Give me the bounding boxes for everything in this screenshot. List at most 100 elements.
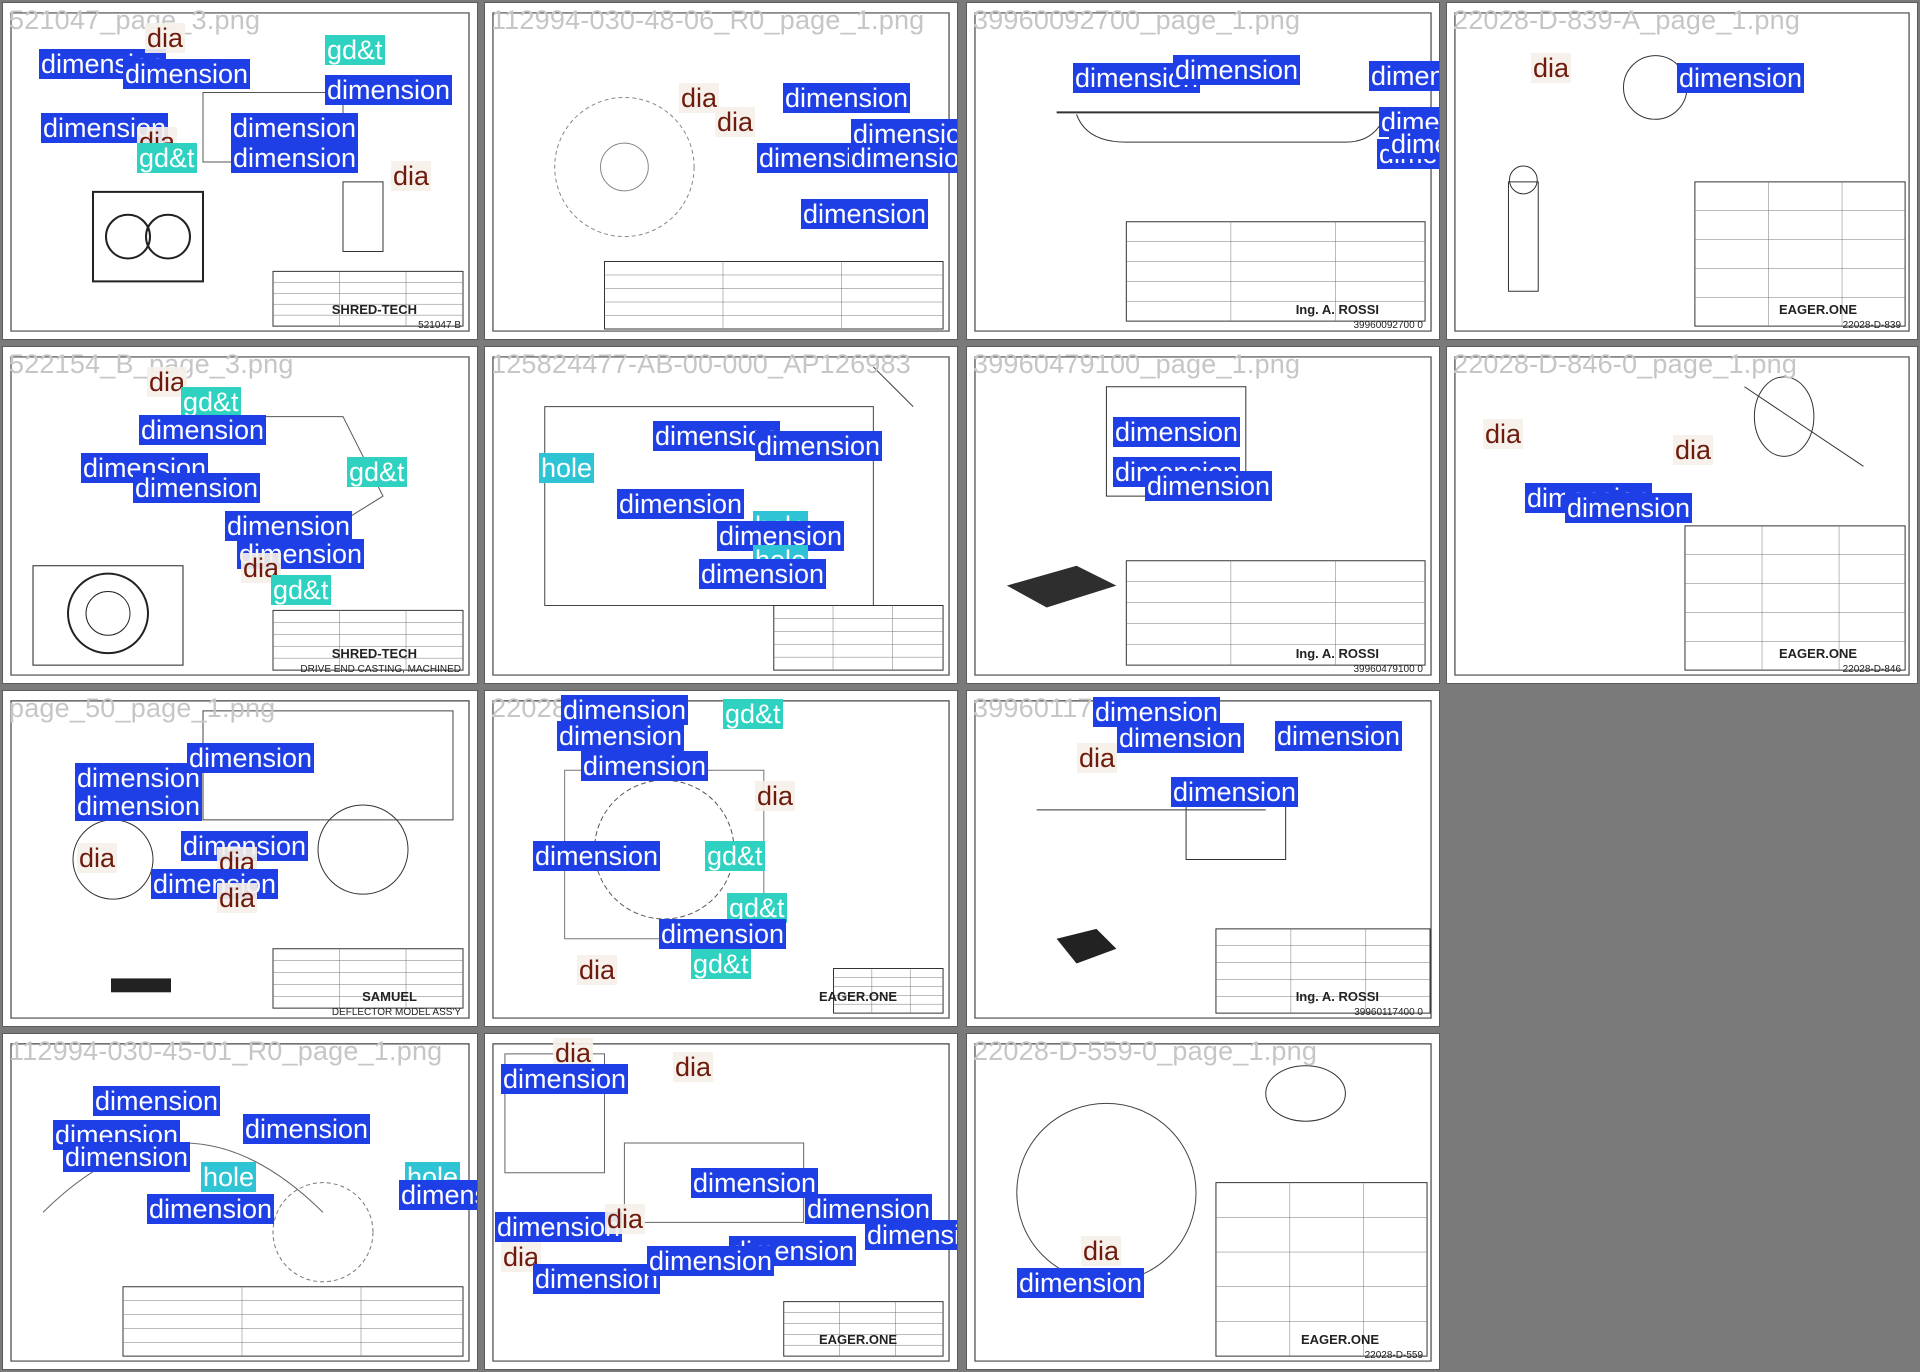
annotation-label-dimension: dimension — [849, 143, 957, 173]
mosaic-tile: EAGER.ONE 22028-D-559 22028-D-559-0_page_1… — [966, 1033, 1440, 1370]
title-block-number: 22028-D-846 — [1842, 664, 1901, 675]
annotation-label-gdt: gd&t — [271, 575, 331, 605]
annotation-label-gdt: gd&t — [723, 699, 783, 729]
annotation-label-dimension: dimension — [225, 511, 353, 541]
annotation-label-dimension: dimension — [1117, 723, 1245, 753]
mosaic-tile: SHRED-TECH DRIVE END CASTING, MACHINED 522… — [2, 346, 478, 684]
title-block-number: 521047 B — [418, 320, 461, 331]
mosaic-tile: Ing. A. ROSSI 39960092700 0 39960092700_pa… — [966, 2, 1440, 340]
annotation-label-gdt: gd&t — [705, 841, 765, 871]
annotation-label-dia: dia — [217, 883, 258, 913]
annotation-label-dia: dia — [77, 843, 118, 873]
title-block-number: 39960092700 0 — [1353, 320, 1423, 331]
tile-filename: 39960117 — [973, 693, 1093, 723]
mosaic-tile: SAMUEL DEFLECTOR MODEL ASS'Y page_50_page_… — [2, 690, 478, 1027]
tile-filename: 22028 — [491, 693, 568, 723]
annotation-label-dimension: dimension — [75, 791, 203, 821]
annotation-label-gdt: gd&t — [325, 35, 385, 65]
annotation-label-dimension: dimension — [699, 559, 827, 589]
engineering-drawing — [967, 1034, 1439, 1369]
annotation-label-dia: dia — [605, 1204, 646, 1234]
annotation-label-dia: dia — [1531, 53, 1572, 83]
title-block-number: DRIVE END CASTING, MACHINED — [300, 664, 461, 675]
annotation-label-dimension: dimension — [243, 1114, 371, 1144]
annotation-label-gdt: gd&t — [691, 949, 751, 979]
annotation-mosaic: SHRED-TECH 521047 B 521047_page_3.pngdimen… — [0, 0, 1920, 1372]
annotation-label-hole: hole — [201, 1162, 257, 1192]
annotation-label-dimension: dimension — [1017, 1268, 1145, 1298]
annotation-label-dia: dia — [1081, 1236, 1122, 1266]
annotation-label-dimension: dimension — [1565, 493, 1693, 523]
annotation-label-dia: dia — [145, 23, 186, 53]
annotation-label-dia: dia — [755, 781, 796, 811]
mosaic-tile: SHRED-TECH 521047 B 521047_page_3.png dimen… — [2, 2, 478, 340]
annotation-label-dimension: dimension — [75, 763, 203, 793]
annotation-label-dimension: dimension — [139, 415, 267, 445]
annotation-label-dimension: dimension — [151, 869, 279, 899]
tile-filename: 39960092700_page_1.png — [973, 5, 1301, 35]
annotation-label-dimension: dimension — [533, 841, 661, 871]
annotation-label-hole: hole — [539, 453, 595, 483]
tile-filename: 112994-030-45-01_R0_page_1.png — [9, 1036, 443, 1066]
annotation-label-dimension: dimension — [231, 143, 359, 173]
annotation-label-dia: dia — [1077, 743, 1118, 773]
title-block-number: DEFLECTOR MODEL ASS'Y — [331, 1007, 461, 1018]
tile-filename: page_50_page_1.png — [9, 693, 276, 723]
title-block-company: EAGER.ONE — [1300, 1332, 1379, 1347]
annotation-label-dia: dia — [1673, 435, 1714, 465]
annotation-label-dia: dia — [679, 83, 720, 113]
annotation-label-dimension: dimension — [1171, 777, 1299, 807]
title-block-company: EAGER.ONE — [1778, 302, 1857, 317]
annotation-label-dimension: dimension — [231, 113, 359, 143]
annotation-label-dimension: dimension — [1677, 63, 1805, 93]
mosaic-tile: EAGER.ONE dia dimension dia dimension dimensi… — [484, 1033, 958, 1370]
title-block-company: Ing. A. ROSSI — [1295, 989, 1379, 1004]
annotation-label-dimension: dimension — [617, 489, 745, 519]
annotation-label-dimension: dimension — [325, 75, 453, 105]
annotation-label-gdt: gd&t — [181, 387, 241, 417]
annotation-label-dimension: dimension — [865, 1220, 957, 1250]
annotation-label-dimension: dimension — [133, 473, 261, 503]
annotation-label-dimension: dimension — [691, 1168, 819, 1198]
annotation-label-gdt: gd&t — [137, 143, 197, 173]
title-block-company: Ing. A. ROSSI — [1295, 302, 1379, 317]
title-block-number: 22028-D-559 — [1364, 1350, 1423, 1361]
annotation-label-dimension: dimension — [399, 1180, 477, 1210]
title-block-number: 39960117400 0 — [1354, 1007, 1423, 1018]
annotation-label-dimension: dimension — [647, 1246, 775, 1276]
annotation-label-dimension: dimension — [1173, 55, 1301, 85]
tile-filename: 39960479100_page_1.png — [973, 349, 1301, 379]
mosaic-tile — [1446, 1033, 1918, 1370]
mosaic-tile: EAGER.ONE 22028-D-839 22028-D-839-A_page_1… — [1446, 2, 1918, 340]
annotation-label-dimension: dimension — [63, 1142, 191, 1172]
annotation-label-dimension: dimension — [755, 431, 883, 461]
title-block-company: EAGER.ONE — [818, 1332, 897, 1347]
tile-filename: 521047_page_3.png — [9, 5, 261, 35]
mosaic-tile: 112994-030-48-06_R0_page_1.png dia dia dime… — [484, 2, 958, 340]
title-block-company: EAGER.ONE — [1778, 646, 1857, 661]
title-block-company: SAMUEL — [362, 989, 417, 1004]
title-block-company: SHRED-TECH — [331, 646, 417, 661]
mosaic-tile: 125824477-AB-00-000_AP126983hole dimensio… — [484, 346, 958, 684]
tile-filename: 22028-D-559-0_page_1.png — [973, 1036, 1318, 1066]
title-block-company: Ing. A. ROSSI — [1295, 646, 1379, 661]
tile-filename: 112994-030-48-06_R0_page_1.png — [491, 5, 925, 35]
tile-filename: 22028-D-839-A_page_1.png — [1453, 5, 1801, 35]
mosaic-tile — [1446, 690, 1918, 1027]
annotation-label-dimension: dimension — [501, 1064, 629, 1094]
mosaic-tile: EAGER.ONE 22028-D-846 22028-D-846-0_page_1… — [1446, 346, 1918, 684]
annotation-label-dimension: dimension — [1145, 471, 1273, 501]
tile-filename: 125824477-AB-00-000_AP126983 — [491, 349, 911, 379]
engineering-drawing — [1447, 3, 1917, 339]
mosaic-tile: EAGER.ONE 22028 dimension gd&t dimension dime… — [484, 690, 958, 1027]
annotation-label-dimension: dimension — [1389, 129, 1439, 159]
engineering-drawing — [967, 347, 1439, 683]
annotation-label-dimension: dimension — [783, 83, 911, 113]
mosaic-tile: Ing. A. ROSSI 39960479100 0 39960479100_pa… — [966, 346, 1440, 684]
annotation-label-dimension: dimension — [659, 919, 787, 949]
annotation-label-dimension: dimension — [805, 1194, 933, 1224]
mosaic-tile: 112994-030-45-01_R0_page_1.png dimension d… — [2, 1033, 478, 1370]
annotation-label-dia: dia — [673, 1052, 714, 1082]
annotation-label-dimension: dimension — [533, 1264, 661, 1294]
annotation-label-dimension: dimension — [801, 199, 929, 229]
